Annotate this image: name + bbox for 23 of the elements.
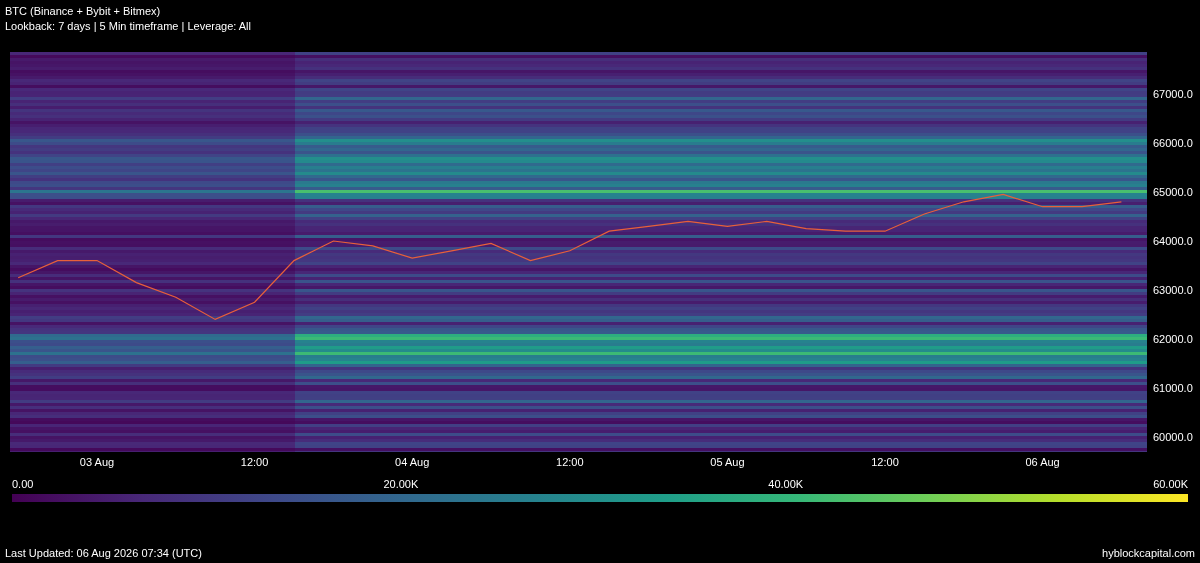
y-axis-label: 61000.0 bbox=[1153, 381, 1193, 394]
x-axis-label: 12:00 bbox=[240, 456, 269, 468]
x-axis-label: 03 Aug bbox=[79, 456, 115, 468]
y-axis-label: 67000.0 bbox=[1153, 88, 1193, 100]
y-axis-label: 66000.0 bbox=[1153, 137, 1193, 149]
chart-subtitle: Lookback: 7 days | 5 Min timeframe | Leverage: All bbox=[5, 19, 252, 34]
y-axis-label: 60000.0 bbox=[1153, 430, 1193, 443]
x-axis-label: 06 Aug bbox=[1025, 456, 1060, 468]
y-axis-label: 62000.0 bbox=[1153, 332, 1193, 345]
x-axis-label: 04 Aug bbox=[395, 456, 430, 468]
x-axis-label: 12:00 bbox=[556, 456, 584, 468]
x-axis-label: 12:00 bbox=[871, 456, 899, 468]
x-axis-label: 05 Aug bbox=[710, 456, 745, 468]
chart-title: BTC (Binance + Bybit + Bitmex) bbox=[5, 4, 162, 19]
colorbar-label: 60.00K bbox=[1153, 478, 1188, 490]
site-link[interactable]: hyblockcapital.com bbox=[1102, 547, 1195, 560]
colorbar-label: 0.00 bbox=[12, 478, 34, 490]
y-axis-label: 63000.0 bbox=[1153, 283, 1193, 296]
last-updated-text: Last Updated: 06 Aug 2026 07:34 (UTC) bbox=[5, 547, 202, 560]
y-axis-label: 64000.0 bbox=[1153, 234, 1193, 247]
y-axis-label: 65000.0 bbox=[1153, 185, 1193, 198]
colorbar-label: 20.00K bbox=[383, 478, 419, 490]
colorbar-label: 40.00K bbox=[768, 478, 804, 490]
